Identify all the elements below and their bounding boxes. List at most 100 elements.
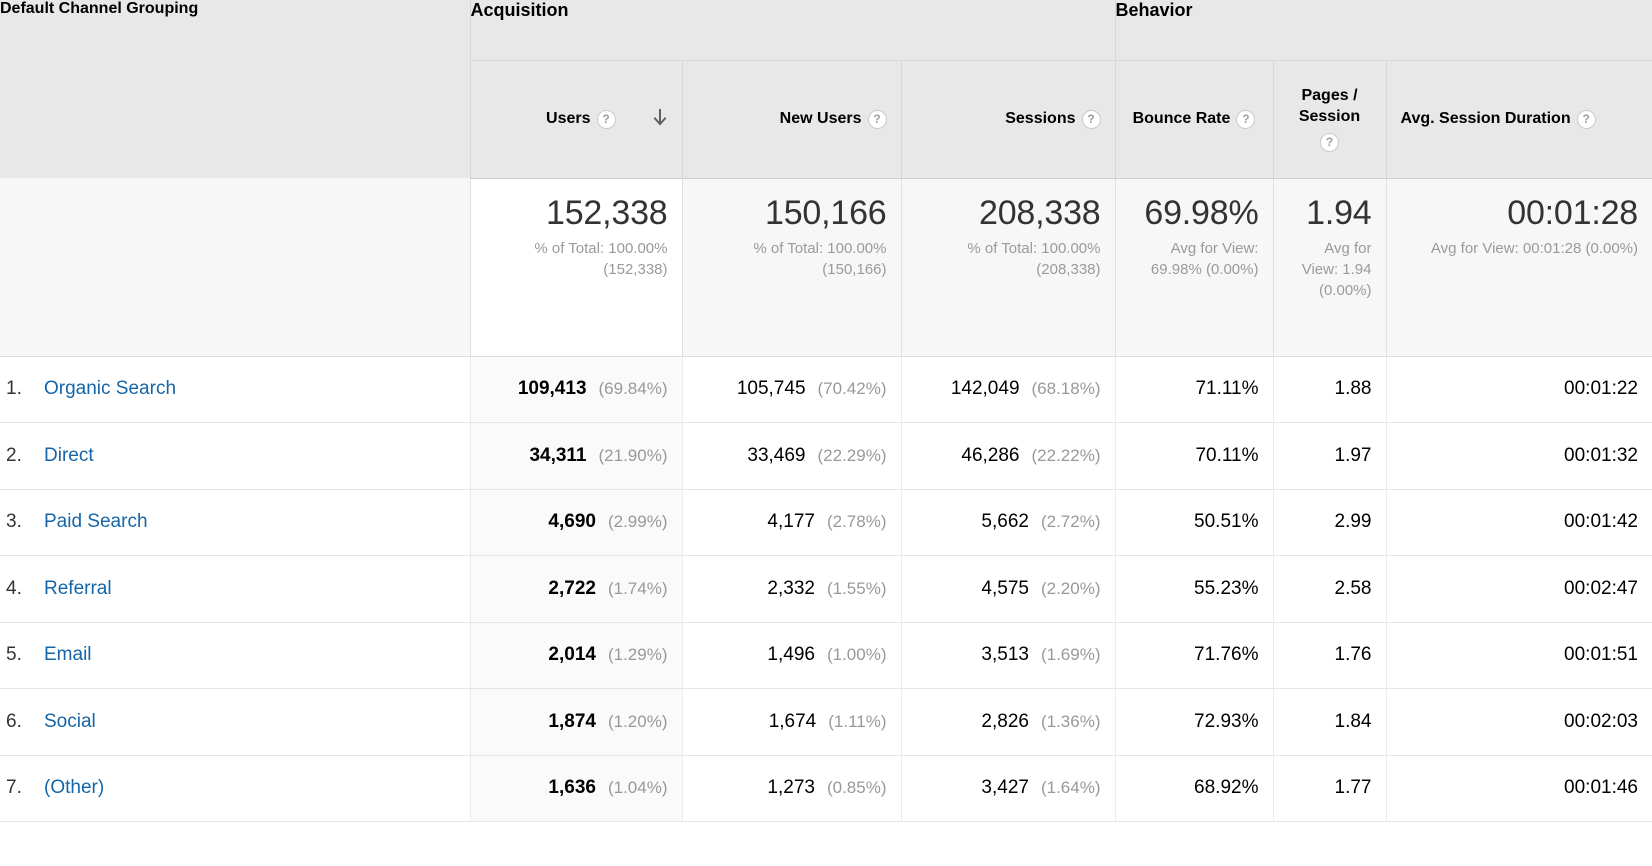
row-dimension-cell: 1. Organic Search [0,356,470,423]
column-header-pages-per-session[interactable]: Pages / Session ? [1272,60,1386,179]
summary-cell-avg-session-duration: 00:01:28 Avg for View: 00:01:28 (0.00%) [1385,178,1652,357]
channel-link[interactable]: Referral [44,578,112,600]
value-users: 34,311 [529,444,587,466]
help-icon-sessions[interactable]: ? [1081,109,1101,129]
row-index: 5. [6,644,22,666]
column-header-sessions[interactable]: Sessions ? [900,60,1115,179]
channel-link[interactable]: Paid Search [44,511,148,533]
percent-sessions: (1.36%) [1040,711,1101,731]
help-icon-pages-per-session[interactable]: ? [1320,132,1339,152]
column-header-bounce-rate-label: Bounce Rate [1132,109,1231,127]
value-sessions: 5,662 [981,511,1029,533]
row-index: 1. [6,378,22,400]
cell-sessions: 5,662 (2.72%) [900,489,1115,556]
percent-new-users: (1.55%) [826,578,887,598]
help-icon-bounce-rate[interactable]: ? [1236,109,1256,129]
value-new-users: 4,177 [767,511,815,533]
channel-link[interactable]: Email [44,644,92,666]
percent-sessions: (2.20%) [1040,578,1101,598]
cell-users: 4,690 (2.99%) [469,489,682,556]
value-avg-session-duration: 00:01:22 [1564,378,1638,400]
percent-new-users: (1.00%) [826,645,887,665]
percent-new-users: (70.42%) [817,379,887,399]
table-row: 3. Paid Search 4,690 (2.99%) 4,177 (2.78%) 5,6… [0,489,1652,556]
channel-link[interactable]: Organic Search [44,378,176,400]
channel-link[interactable]: Direct [44,445,94,467]
percent-sessions: (22.22%) [1031,445,1101,465]
table-row: 7. (Other) 1,636 (1.04%) 1,273 (0.85%) 3,427 (1… [0,755,1652,822]
value-sessions: 3,427 [981,777,1029,799]
cell-new-users: 2,332 (1.55%) [681,555,901,623]
value-avg-session-duration: 00:02:47 [1564,577,1638,599]
help-icon-avg-session-duration[interactable]: ? [1576,109,1596,129]
value-pages-per-session: 1.97 [1334,444,1372,466]
cell-avg-session-duration: 00:01:22 [1385,356,1652,423]
cell-avg-session-duration: 00:01:51 [1385,622,1652,689]
value-bounce-rate: 50.51% [1194,511,1259,533]
value-users: 2,722 [548,577,596,599]
help-icon-new-users[interactable]: ? [867,109,887,129]
cell-sessions: 3,513 (1.69%) [900,622,1115,689]
value-new-users: 1,273 [767,777,815,799]
value-users: 1,874 [548,710,596,732]
cell-bounce-rate: 71.11% [1114,356,1273,423]
summary-dimension-cell [0,178,470,357]
summary-cell-bounce-rate: 69.98% Avg for View: 69.98% (0.00%) [1114,178,1273,357]
cell-pages-per-session: 2.99 [1272,489,1386,556]
summary-value-avg-session-duration: 00:01:28 [1507,193,1638,232]
cell-new-users: 4,177 (2.78%) [681,489,901,556]
cell-sessions: 46,286 (22.22%) [900,422,1115,490]
value-pages-per-session: 1.88 [1334,378,1372,400]
dimension-column-header[interactable]: Default Channel Grouping [0,0,470,178]
row-index: 7. [6,777,22,799]
cell-bounce-rate: 55.23% [1114,555,1273,623]
value-bounce-rate: 71.11% [1195,378,1259,400]
summary-subtext-avg-session-duration: Avg for View: 00:01:28 (0.00%) [1430,239,1638,257]
summary-cell-pages-per-session: 1.94 Avg for View: 1.94 (0.00%) [1272,178,1386,357]
cell-pages-per-session: 1.88 [1272,356,1386,423]
cell-pages-per-session: 1.84 [1272,688,1386,756]
channel-link[interactable]: Social [44,711,96,733]
value-new-users: 2,332 [767,577,815,599]
column-header-avg-session-duration-label: Avg. Session Duration [1400,109,1571,127]
channel-grouping-table: Default Channel Grouping Acquisition Beh… [0,0,1652,822]
summary-subtext-bounce-rate: Avg for View: 69.98% (0.00%) [1150,239,1259,278]
value-pages-per-session: 2.99 [1334,511,1372,533]
column-header-avg-session-duration[interactable]: Avg. Session Duration ? [1385,60,1652,179]
cell-users: 34,311 (21.90%) [469,422,682,490]
row-index: 6. [6,710,22,732]
summary-subtext-new-users: % of Total: 100.00% (150,166) [753,239,887,278]
help-icon-users[interactable]: ? [596,109,616,129]
cell-bounce-rate: 71.76% [1114,622,1273,689]
cell-bounce-rate: 70.11% [1114,422,1273,490]
percent-sessions: (1.64%) [1040,778,1101,798]
channel-link[interactable]: (Other) [44,777,104,799]
summary-value-sessions: 208,338 [978,193,1101,232]
cell-pages-per-session: 1.97 [1272,422,1386,490]
percent-sessions: (1.69%) [1040,645,1101,665]
value-avg-session-duration: 00:01:32 [1564,444,1638,466]
group-header-row: Default Channel Grouping Acquisition Beh… [0,0,1652,178]
value-pages-per-session: 1.84 [1334,710,1372,732]
column-header-users[interactable]: Users ? [469,60,682,179]
value-bounce-rate: 70.11% [1195,444,1259,466]
table-row: 4. Referral 2,722 (1.74%) 2,332 (1.55%) 4,575 (… [0,555,1652,623]
value-sessions: 46,286 [961,444,1020,466]
column-header-new-users[interactable]: New Users ? [681,60,901,179]
cell-bounce-rate: 72.93% [1114,688,1273,756]
row-index: 4. [6,577,22,599]
cell-new-users: 1,496 (1.00%) [681,622,901,689]
percent-sessions: (2.72%) [1040,512,1101,532]
cell-avg-session-duration: 00:01:42 [1385,489,1652,556]
cell-avg-session-duration: 00:01:32 [1385,422,1652,490]
percent-users: (69.84%) [598,379,668,399]
column-header-bounce-rate[interactable]: Bounce Rate ? [1114,60,1273,179]
value-avg-session-duration: 00:01:42 [1564,511,1638,533]
summary-value-new-users: 150,166 [764,193,887,232]
summary-cell-new-users: 150,166 % of Total: 100.00% (150,166) [681,178,901,357]
value-new-users: 1,496 [767,644,815,666]
column-header-users-label: Users [546,109,591,127]
table-row: 5. Email 2,014 (1.29%) 1,496 (1.00%) 3,513 (1.6… [0,622,1652,689]
sort-arrow-down-icon[interactable] [652,109,668,129]
cell-avg-session-duration: 00:02:47 [1385,555,1652,623]
